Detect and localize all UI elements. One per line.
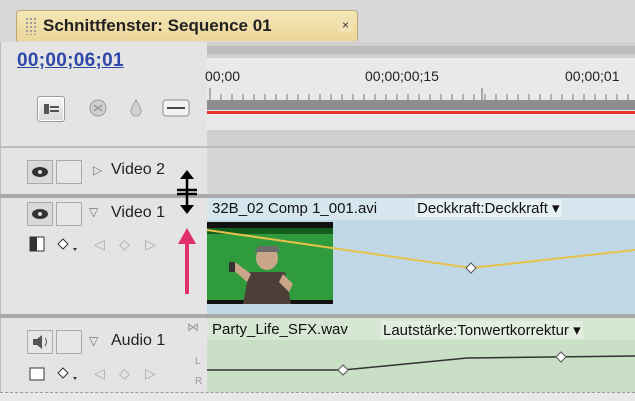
keyframe-marker[interactable] xyxy=(337,364,349,376)
collapse-triangle-icon[interactable]: ▽ xyxy=(89,205,98,219)
tab-bar: Schnittfenster: Sequence 01 × xyxy=(0,0,635,42)
zoom-scrollbar[interactable] xyxy=(207,42,635,58)
clip-name: Party_Life_SFX.wav xyxy=(212,321,348,338)
channel-right-label: R xyxy=(195,376,203,387)
ruler-time-0: 00;00 xyxy=(205,68,241,84)
next-keyframe-icon[interactable]: ▷ xyxy=(145,236,156,253)
track-area-video-3 xyxy=(207,130,635,146)
toggle-track-output-button[interactable] xyxy=(27,160,53,184)
current-timecode[interactable]: 00;00;06;01 xyxy=(17,50,124,72)
audio-clip[interactable]: Party_Life_SFX.wav Lautstärke:Tonwertkor… xyxy=(207,318,635,392)
keyframe-marker[interactable] xyxy=(465,262,477,274)
timeline-header-panel: 00;00;06;01 xyxy=(0,42,207,130)
video-clip[interactable]: 32B_02 Comp 1_001.avi Deckkraft:Deckkraf… xyxy=(207,198,635,314)
ruler-time-2: 00;00;01 xyxy=(565,68,620,84)
add-keyframe-icon[interactable]: ◇ xyxy=(119,365,130,382)
track-video-2: ▷ Video 2 xyxy=(0,148,635,194)
resize-cursor-icon xyxy=(177,170,197,214)
grip-icon[interactable] xyxy=(25,17,37,35)
next-keyframe-icon[interactable]: ▷ xyxy=(145,365,156,382)
marker-icon xyxy=(89,99,107,117)
channel-left-label: L xyxy=(195,356,201,367)
track-name-video-2: Video 2 xyxy=(111,161,165,178)
keyframe-marker[interactable] xyxy=(555,351,567,363)
tab-title: Schnittfenster: Sequence 01 xyxy=(43,16,272,35)
volume-rubberband[interactable] xyxy=(207,348,635,388)
track-header-video-1: ▽ Video 1 ◁ ◇ ▷ xyxy=(0,170,207,314)
tab-timeline[interactable]: Schnittfenster: Sequence 01 × xyxy=(16,10,358,41)
previous-keyframe-icon[interactable]: ◁ xyxy=(94,365,105,382)
track-header-video-3 xyxy=(0,130,207,146)
sync-icon: ⋈ xyxy=(187,320,199,334)
collapse-triangle-icon[interactable]: ▽ xyxy=(89,334,98,348)
eye-icon xyxy=(32,167,48,177)
work-area-bar[interactable] xyxy=(207,100,635,110)
lock-track-button[interactable] xyxy=(56,330,82,354)
lock-track-button[interactable] xyxy=(56,160,82,184)
keyframe-icon xyxy=(162,99,190,117)
display-style-icon[interactable] xyxy=(27,234,47,254)
add-keyframe-icon[interactable]: ◇ xyxy=(119,236,130,253)
up-arrow-icon xyxy=(178,228,196,294)
volume-property-menu[interactable]: Lautstärke:Tonwertkorrektur ▾ xyxy=(381,321,583,339)
toggle-track-output-button[interactable] xyxy=(27,330,53,354)
track-video-3-partial xyxy=(0,130,635,146)
time-ruler[interactable]: 00;00 00;00;00;15 00;00;01 xyxy=(205,42,635,132)
opacity-property-menu[interactable]: Deckkraft:Deckkraft ▾ xyxy=(415,199,562,217)
eye-icon xyxy=(32,209,48,219)
ruler-time-1: 00;00;00;15 xyxy=(365,68,439,84)
keyframe-display-icon[interactable] xyxy=(57,364,79,382)
render-bar xyxy=(207,111,635,114)
track-video-1: ▽ Video 1 ◁ ◇ ▷ 32B_02 Comp 1_001.avi De… xyxy=(0,170,635,314)
snap-icon xyxy=(44,104,59,114)
speaker-icon xyxy=(33,335,47,349)
display-style-icon[interactable] xyxy=(27,364,47,384)
show-keyframes-button[interactable] xyxy=(161,96,191,120)
track-audio-1: ▽ Audio 1 ⋈ ◁ ◇ ▷ L R Party_Life_SFX.wav… xyxy=(0,318,635,392)
toggle-track-output-button[interactable] xyxy=(27,202,53,226)
previous-keyframe-icon[interactable]: ◁ xyxy=(94,236,105,253)
lock-track-button[interactable] xyxy=(56,202,82,226)
volume-property-label: Lautstärke:Tonwertkorrektur xyxy=(383,322,569,339)
expand-triangle-icon[interactable]: ▷ xyxy=(93,163,102,177)
keyframe-display-icon[interactable] xyxy=(57,235,79,253)
drop-icon xyxy=(130,98,142,117)
dropdown-arrow-icon: ▾ xyxy=(552,200,560,217)
dropdown-arrow-icon: ▾ xyxy=(573,322,581,339)
clip-name: 32B_02 Comp 1_001.avi xyxy=(212,200,378,217)
set-marker-button[interactable] xyxy=(85,96,111,120)
snap-button[interactable] xyxy=(37,96,65,122)
track-header-audio-1: ▽ Audio 1 ⋈ ◁ ◇ ▷ L R xyxy=(0,318,207,392)
track-area-video-2[interactable] xyxy=(207,148,635,194)
opacity-rubberband[interactable] xyxy=(207,220,635,280)
close-icon[interactable]: × xyxy=(339,19,352,32)
drop-tool-button[interactable] xyxy=(123,96,149,120)
track-name-audio-1: Audio 1 xyxy=(111,332,166,349)
zoom-scrollbar-thumb[interactable] xyxy=(207,46,635,54)
opacity-property-label: Deckkraft:Deckkraft xyxy=(417,200,548,217)
timeline-window: Schnittfenster: Sequence 01 × 00;00;06;0… xyxy=(0,0,635,401)
track-name-video-1: Video 1 xyxy=(111,204,165,221)
